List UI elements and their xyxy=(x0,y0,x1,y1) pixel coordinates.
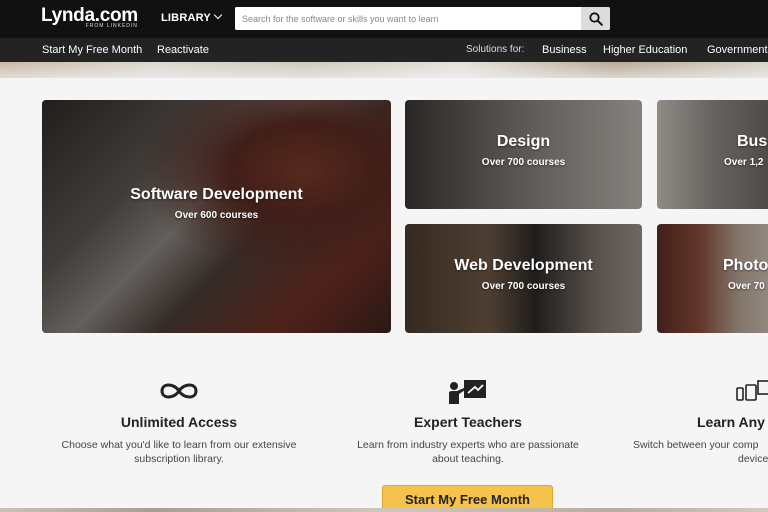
feature-desc-expert-teachers: Learn from industry experts who are pass… xyxy=(318,438,618,466)
reactivate-link[interactable]: Reactivate xyxy=(157,44,209,56)
tile-software-development[interactable]: Software Development Over 600 courses xyxy=(42,100,391,333)
tile-title: Bus xyxy=(737,133,768,150)
secondary-nav: Start My Free Month Reactivate Solutions… xyxy=(0,38,768,62)
higher-education-link[interactable]: Higher Education xyxy=(603,44,687,56)
feature-desc-line: Learn from industry experts who are pass… xyxy=(357,439,579,451)
feature-desc-line: subscription library. xyxy=(134,453,224,465)
feature-desc-learn-anywhere: Switch between your comp device xyxy=(633,438,768,466)
tile-title: Design xyxy=(496,133,551,150)
infinity-icon xyxy=(160,383,198,399)
devices-icon xyxy=(736,380,768,401)
tile-photography[interactable]: Photo Over 70 xyxy=(657,224,768,333)
top-bar: Lynda.com FROM LINKEDIN LIBRARY xyxy=(0,0,768,38)
feature-desc-unlimited-access: Choose what you'd like to learn from our… xyxy=(29,438,329,466)
footer-image-edge xyxy=(0,508,768,512)
feature-desc-line: about teaching. xyxy=(432,453,504,465)
tile-course-count: Over 700 courses xyxy=(481,157,566,168)
search-box xyxy=(235,7,610,30)
library-menu[interactable]: LIBRARY xyxy=(161,10,223,24)
tile-title: Web Development xyxy=(454,257,593,274)
tile-title: Software Development xyxy=(130,186,303,203)
tile-web-development[interactable]: Web Development Over 700 courses xyxy=(405,224,642,333)
teacher-board-icon xyxy=(449,380,486,404)
feature-title-expert-teachers: Expert Teachers xyxy=(414,414,522,430)
business-link[interactable]: Business xyxy=(542,44,587,56)
feature-desc-line: Choose what you'd like to learn from our… xyxy=(61,439,297,451)
government-link[interactable]: Government xyxy=(707,44,768,56)
solutions-for-label: Solutions for: xyxy=(466,44,525,55)
tile-course-count: Over 600 courses xyxy=(174,210,259,221)
search-icon xyxy=(588,11,603,26)
feature-desc-line: Switch between your comp xyxy=(633,439,759,451)
search-button[interactable] xyxy=(581,7,610,30)
tile-course-count: Over 1,2 xyxy=(724,157,764,168)
tile-design[interactable]: Design Over 700 courses xyxy=(405,100,642,209)
feature-title-learn-anywhere: Learn Any xyxy=(697,414,765,430)
tile-business[interactable]: Bus Over 1,2 xyxy=(657,100,768,209)
chevron-down-icon xyxy=(213,10,223,20)
library-label: LIBRARY xyxy=(161,12,211,24)
start-free-month-link[interactable]: Start My Free Month xyxy=(42,44,142,56)
feature-desc-line: device xyxy=(738,453,768,465)
search-input[interactable] xyxy=(235,7,580,30)
tile-course-count: Over 70 xyxy=(728,281,765,292)
lynda-logo[interactable]: Lynda.com FROM LINKEDIN xyxy=(41,6,138,29)
tile-course-count: Over 700 courses xyxy=(481,281,566,292)
hero-image-strip xyxy=(0,62,768,78)
tile-title: Photo xyxy=(723,257,768,274)
feature-title-unlimited-access: Unlimited Access xyxy=(120,414,238,430)
